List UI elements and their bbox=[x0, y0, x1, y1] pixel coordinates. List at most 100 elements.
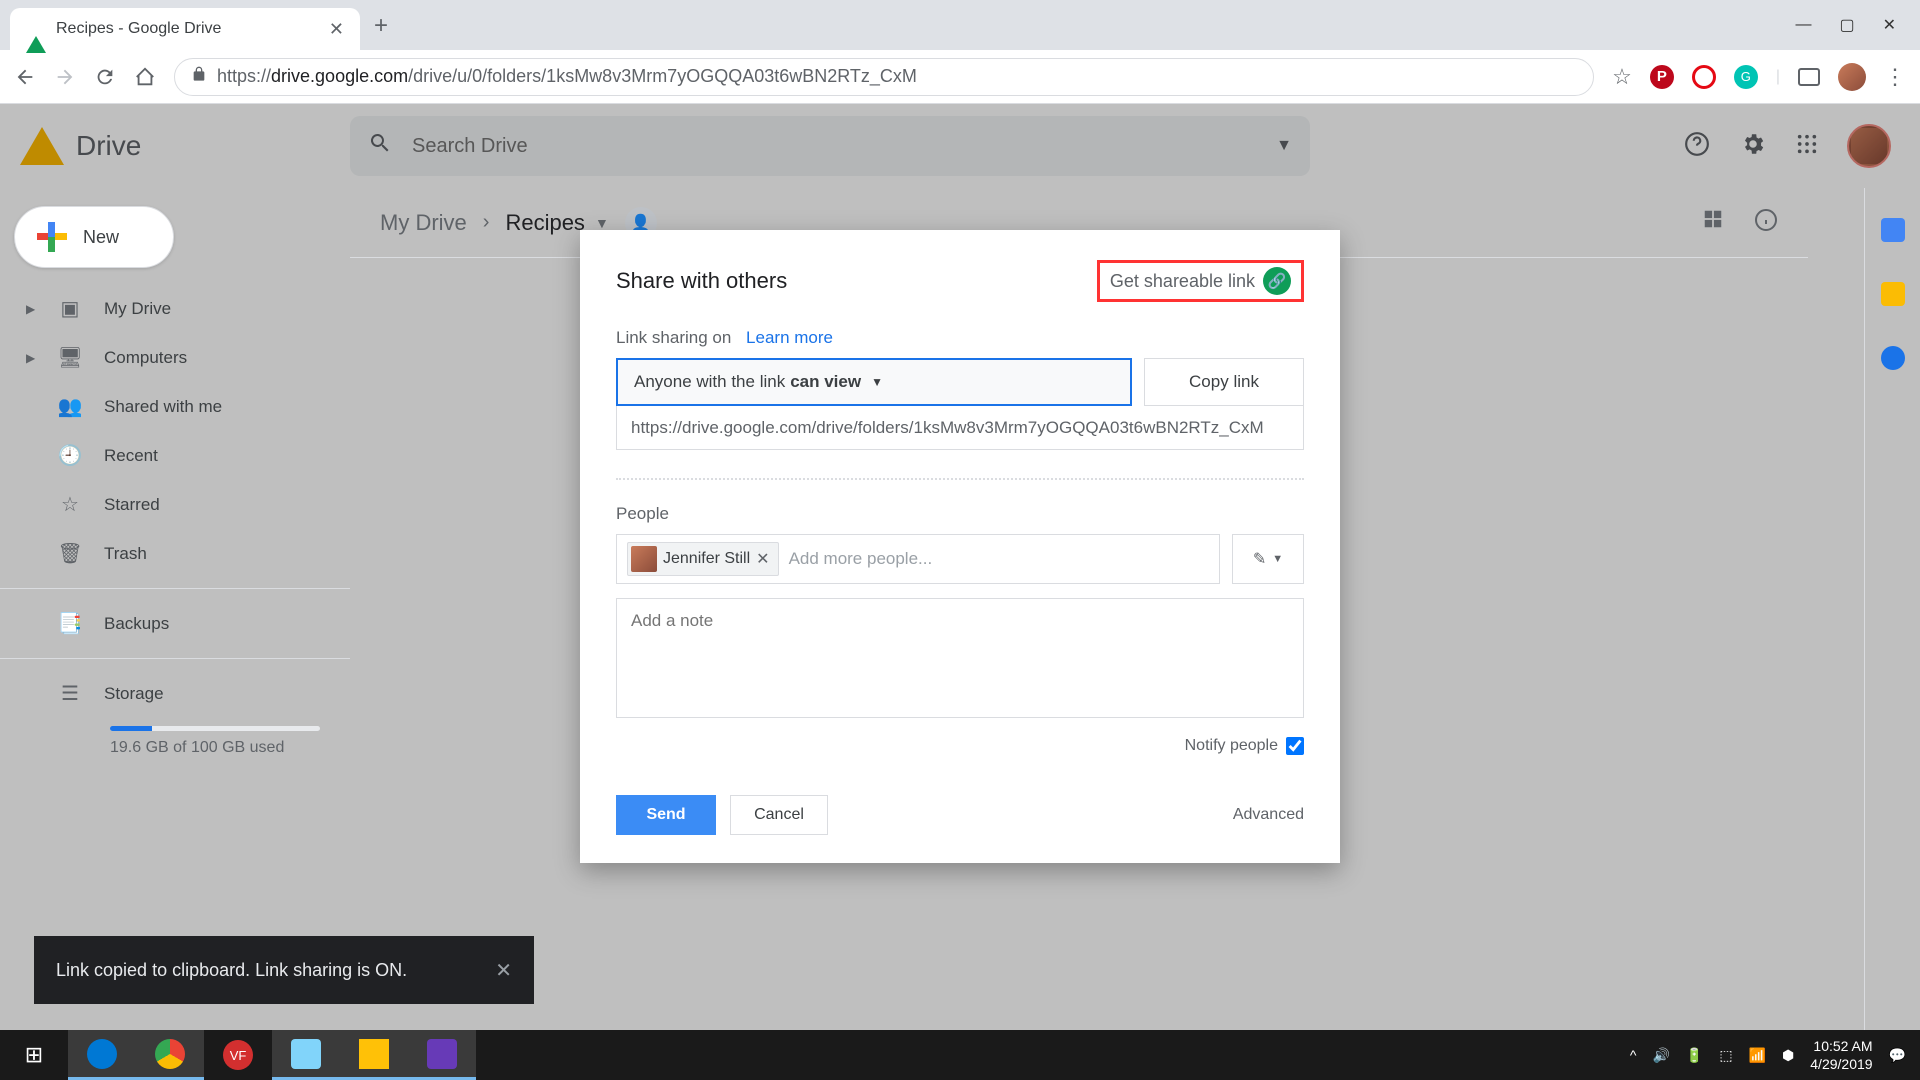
note-textarea[interactable] bbox=[616, 598, 1304, 718]
toast-notification: Link copied to clipboard. Link sharing i… bbox=[34, 936, 534, 1004]
cancel-button[interactable]: Cancel bbox=[730, 795, 828, 835]
bookmark-star-icon[interactable]: ☆ bbox=[1612, 64, 1632, 90]
computers-icon: 🖥 bbox=[58, 345, 82, 370]
profile-avatar[interactable] bbox=[1838, 63, 1866, 91]
breadcrumb-current[interactable]: Recipes bbox=[505, 210, 584, 236]
calendar-rail-icon[interactable] bbox=[1881, 218, 1905, 242]
separator bbox=[0, 658, 350, 659]
search-input[interactable] bbox=[412, 135, 1256, 158]
minimize-icon[interactable]: — bbox=[1795, 16, 1811, 34]
separator bbox=[0, 588, 350, 589]
settings-gear-icon[interactable] bbox=[1740, 131, 1766, 162]
browser-tab[interactable]: Recipes - Google Drive ✕ bbox=[10, 8, 360, 50]
taskbar-app[interactable] bbox=[408, 1030, 476, 1080]
browser-menu-icon[interactable]: ⋮ bbox=[1884, 64, 1906, 90]
tasks-rail-icon[interactable] bbox=[1881, 346, 1905, 370]
sidebar-item-shared[interactable]: ▶👥Shared with me bbox=[0, 382, 350, 431]
tray-app-icon[interactable]: ⬢ bbox=[1782, 1047, 1794, 1064]
advanced-link[interactable]: Advanced bbox=[1233, 806, 1304, 824]
sidebar-item-backups[interactable]: ▶📑Backups bbox=[0, 599, 350, 648]
shared-icon: 👥 bbox=[58, 394, 82, 419]
drive-logo[interactable]: Drive bbox=[20, 127, 350, 165]
backups-icon: 📑 bbox=[58, 611, 82, 636]
plus-icon bbox=[37, 222, 67, 252]
tray-dropbox-icon[interactable]: ⬚ bbox=[1719, 1047, 1732, 1064]
storage-bar bbox=[110, 726, 320, 731]
tray-notification-icon[interactable]: 💬 bbox=[1889, 1047, 1906, 1064]
browser-tab-strip: Recipes - Google Drive ✕ + — ▢ ✕ bbox=[0, 0, 1920, 50]
breadcrumb-root[interactable]: My Drive bbox=[380, 210, 467, 236]
search-box[interactable]: ▼ bbox=[350, 116, 1310, 176]
home-icon[interactable] bbox=[134, 66, 156, 88]
close-window-icon[interactable]: ✕ bbox=[1883, 15, 1896, 35]
keep-rail-icon[interactable] bbox=[1881, 282, 1905, 306]
sidebar-item-starred[interactable]: ▶☆Starred bbox=[0, 480, 350, 529]
copy-link-button[interactable]: Copy link bbox=[1144, 358, 1304, 406]
link-sharing-status: Link sharing on Learn more bbox=[616, 328, 1304, 348]
start-button[interactable]: ⊞ bbox=[0, 1030, 68, 1080]
person-chip: Jennifer Still ✕ bbox=[627, 542, 779, 576]
address-bar[interactable]: https://drive.google.com/drive/u/0/folde… bbox=[174, 58, 1594, 96]
toast-close-icon[interactable]: ✕ bbox=[495, 958, 512, 983]
drive-header: Drive ▼ bbox=[0, 104, 1920, 188]
sidebar-item-computers[interactable]: ▶🖥Computers bbox=[0, 333, 350, 382]
back-icon[interactable] bbox=[14, 66, 36, 88]
apps-grid-icon[interactable] bbox=[1796, 133, 1818, 160]
people-label: People bbox=[616, 504, 1304, 524]
user-avatar[interactable] bbox=[1848, 125, 1890, 167]
notify-label: Notify people bbox=[1185, 737, 1278, 755]
extension-icon[interactable] bbox=[1692, 65, 1716, 89]
reload-icon[interactable] bbox=[94, 66, 116, 88]
pinterest-ext-icon[interactable]: P bbox=[1650, 65, 1674, 89]
new-tab-button[interactable]: + bbox=[374, 12, 388, 40]
sidebar-item-trash[interactable]: ▶🗑Trash bbox=[0, 529, 350, 578]
remove-person-icon[interactable]: ✕ bbox=[756, 549, 769, 569]
toast-text: Link copied to clipboard. Link sharing i… bbox=[56, 960, 407, 981]
drive-logo-icon bbox=[20, 127, 64, 165]
taskbar-app[interactable]: VF bbox=[204, 1030, 272, 1080]
grid-view-icon[interactable] bbox=[1702, 208, 1724, 237]
person-avatar bbox=[631, 546, 657, 572]
tray-wifi-icon[interactable]: 📶 bbox=[1749, 1047, 1766, 1064]
folder-dropdown-icon[interactable]: ▼ bbox=[595, 215, 609, 231]
cast-icon[interactable] bbox=[1798, 68, 1820, 86]
taskbar-app[interactable] bbox=[272, 1030, 340, 1080]
new-button[interactable]: New bbox=[14, 206, 174, 268]
chevron-right-icon: › bbox=[483, 211, 490, 234]
sidebar-item-my-drive[interactable]: ▶▣My Drive bbox=[0, 284, 350, 333]
windows-taskbar: ⊞ VF ^ 🔊 🔋 ⬚ 📶 ⬢ 10:52 AM 4/29/2019 💬 bbox=[0, 1030, 1920, 1080]
taskbar-app[interactable] bbox=[68, 1030, 136, 1080]
share-url-field[interactable]: https://drive.google.com/drive/folders/1… bbox=[616, 406, 1304, 450]
details-icon[interactable] bbox=[1754, 208, 1778, 237]
tray-up-icon[interactable]: ^ bbox=[1630, 1047, 1637, 1063]
people-input[interactable]: Jennifer Still ✕ Add more people... bbox=[616, 534, 1220, 584]
send-button[interactable]: Send bbox=[616, 795, 716, 835]
tab-close-icon[interactable]: ✕ bbox=[329, 19, 344, 40]
trash-icon: 🗑 bbox=[58, 541, 82, 566]
tray-battery-icon[interactable]: 🔋 bbox=[1686, 1047, 1703, 1064]
grammarly-ext-icon[interactable]: G bbox=[1734, 65, 1758, 89]
learn-more-link[interactable]: Learn more bbox=[746, 328, 833, 347]
link-permission-select[interactable]: Anyone with the link can view ▼ bbox=[616, 358, 1132, 406]
sidebar-item-storage[interactable]: ▶☰Storage bbox=[0, 669, 350, 718]
separator: | bbox=[1776, 68, 1780, 86]
get-shareable-link-button[interactable]: Get shareable link 🔗 bbox=[1097, 260, 1304, 302]
browser-nav-bar: https://drive.google.com/drive/u/0/folde… bbox=[0, 50, 1920, 104]
system-clock[interactable]: 10:52 AM 4/29/2019 bbox=[1810, 1037, 1872, 1073]
chevron-down-icon: ▼ bbox=[871, 375, 883, 389]
permission-dropdown-button[interactable]: ✎ ▼ bbox=[1232, 534, 1304, 584]
drive-favicon bbox=[26, 19, 46, 39]
sidebar-item-recent[interactable]: ▶🕘Recent bbox=[0, 431, 350, 480]
notify-checkbox[interactable] bbox=[1286, 737, 1304, 755]
share-dialog: Share with others Get shareable link 🔗 L… bbox=[580, 230, 1340, 863]
taskbar-chrome[interactable] bbox=[136, 1030, 204, 1080]
taskbar-app[interactable] bbox=[340, 1030, 408, 1080]
tray-volume-icon[interactable]: 🔊 bbox=[1652, 1047, 1669, 1064]
search-dropdown-icon[interactable]: ▼ bbox=[1276, 137, 1292, 155]
storage-icon: ☰ bbox=[58, 681, 82, 706]
separator bbox=[616, 478, 1304, 480]
recent-icon: 🕘 bbox=[58, 443, 82, 468]
storage-text: 19.6 GB of 100 GB used bbox=[110, 739, 350, 757]
maximize-icon[interactable]: ▢ bbox=[1839, 15, 1854, 35]
help-icon[interactable] bbox=[1684, 131, 1710, 162]
